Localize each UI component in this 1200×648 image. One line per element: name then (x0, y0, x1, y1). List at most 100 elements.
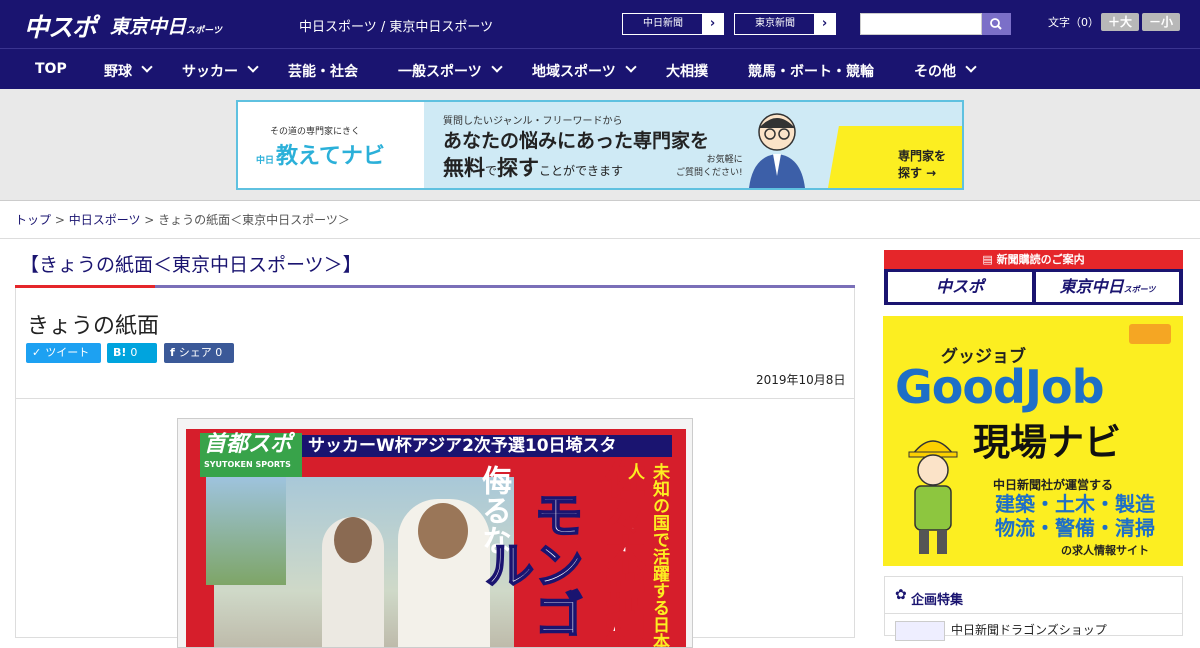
subscription-heading-text: 新聞購読のご案内 (996, 253, 1085, 266)
banner-logo-text: 教えてナビ (276, 144, 385, 169)
font-size-label: 文字（0） (1048, 16, 1099, 29)
banner-search-word: 探す (497, 156, 540, 180)
search-icon (990, 18, 1002, 30)
chevron-down-icon (491, 61, 503, 73)
banner-ask: お気軽に ご質問ください! (676, 154, 743, 180)
newspaper-logo-sub: SYUTOKEN SPORTS (204, 460, 291, 469)
font-larger-button[interactable]: ＋大 (1101, 13, 1139, 31)
facebook-share-button[interactable]: f シェア 0 (164, 343, 234, 363)
nav-label: サッカー (182, 64, 238, 80)
breadcrumb-home[interactable]: トップ (15, 213, 51, 227)
facebook-label: シェア (178, 346, 212, 359)
banner-tagline: その道の専門家にきく (270, 127, 361, 137)
search-button[interactable] (982, 13, 1011, 35)
tokyo-logo-text: 東京中日 (110, 16, 187, 38)
banner-headline-2: 無料で探すことができます (443, 152, 623, 182)
subscribe-tokyo-button[interactable]: 東京中日スポーツ (1036, 272, 1179, 302)
facebook-count: 0 (215, 346, 223, 359)
newspaper-page: 首都スポ SYUTOKEN SPORTS サッカーW杯アジア2次予選10日埼スタ … (186, 429, 686, 648)
nav-label: 一般スポーツ (398, 64, 482, 80)
nav-item-other[interactable]: その他 (914, 61, 977, 81)
category-title: 【きょうの紙面＜東京中日スポーツ＞】 (20, 254, 362, 276)
oshiete-navi-banner[interactable]: その道の専門家にきく 中日教えてナビ 質問したいジャンル・フリーワードから あな… (236, 100, 964, 190)
nav-label: 地域スポーツ (532, 64, 616, 80)
banner-cta-2: 探す → (898, 166, 937, 180)
truck-icon (1129, 324, 1171, 344)
subscribe-chusupo-button[interactable]: 中スポ (888, 272, 1032, 302)
chevron-right-icon: › (702, 14, 723, 34)
twitter-icon: ✓ (32, 346, 42, 359)
newspaper-big-headline: モンゴル (475, 488, 585, 640)
search-input[interactable] (860, 13, 982, 35)
facebook-icon: f (170, 346, 175, 359)
newspaper-headline-banner: サッカーW杯アジア2次予選10日埼スタ (302, 435, 672, 457)
banner-logo-panel: その道の専門家にきく 中日教えてナビ (238, 102, 424, 188)
goodjob-ad[interactable]: グッジョブ GoodJob 現場ナビ 中日新聞社が運営する 建築・土木・製造 物流… (883, 316, 1183, 566)
chevron-down-icon (625, 61, 637, 73)
banner-free: 無料 (443, 156, 485, 180)
subscribe-tokyo-text: 東京中日 (1059, 277, 1124, 296)
breadcrumb: トップ > 中日スポーツ > きょうの紙面＜東京中日スポーツ＞ (15, 211, 350, 228)
chevron-down-icon (965, 61, 977, 73)
tweet-button[interactable]: ✓ ツイート (26, 343, 101, 363)
subscription-box: ▤ 新聞購読のご案内 中スポ 東京中日スポーツ (884, 250, 1183, 305)
chevron-right-icon: › (814, 14, 835, 34)
goodjob-sub: 中日新聞社が運営する (993, 478, 1114, 492)
hatena-icon: B! (113, 346, 127, 359)
feature-thumbnail[interactable] (895, 621, 945, 641)
newspaper-icon: ▤ (982, 253, 997, 266)
chunichi-link-button[interactable]: 中日新聞 › (622, 13, 724, 35)
breadcrumb-sep: > (140, 213, 159, 227)
newspaper-inset-photo (206, 475, 286, 585)
feature-box: ✿ 企画特集 中日新聞ドラゴンズショップ (884, 576, 1183, 641)
nav-item-baseball[interactable]: 野球 (104, 61, 153, 81)
goodjob-logo: GoodJob (895, 360, 1105, 414)
nav-item-top[interactable]: TOP (35, 61, 67, 77)
hatena-button[interactable]: B! 0 (107, 343, 157, 363)
chevron-down-icon (141, 61, 153, 73)
breadcrumb-sep: > (51, 213, 69, 227)
banner-headline-1: あなたの悩みにあった専門家を (443, 130, 710, 152)
divider (0, 238, 1200, 239)
banner-ask-1: お気軽に (706, 155, 743, 165)
nav-item-racing[interactable]: 競馬・ボート・競輪 (748, 61, 874, 81)
nav-item-local-sports[interactable]: 地域スポーツ (532, 61, 637, 81)
newspaper-logo-text: 首都スポ (204, 432, 293, 457)
goodjob-cats-2: 物流・警備・清掃 (995, 516, 1155, 540)
breadcrumb-current: きょうの紙面＜東京中日スポーツ＞ (158, 213, 350, 227)
nav-item-sumo[interactable]: 大相撲 (666, 61, 708, 81)
nav-label: 野球 (104, 64, 132, 80)
tokyo-link-button[interactable]: 東京新聞 › (734, 13, 836, 35)
tokyo-chunichi-logo[interactable]: 東京中日スポーツ (110, 12, 222, 39)
banner-cta[interactable]: 専門家を探す → (898, 148, 946, 182)
banner-can: ことができます (539, 164, 624, 178)
font-smaller-button[interactable]: －小 (1142, 13, 1180, 31)
article-date: 2019年10月8日 (756, 373, 846, 387)
photo-head-right (418, 503, 468, 559)
site-header: 中スポ 東京中日スポーツ 中日スポーツ / 東京中日スポーツ 中日新聞 › 東京… (0, 0, 1200, 48)
hatena-count: 0 (130, 346, 138, 359)
site-name: 中日スポーツ / 東京中日スポーツ (299, 20, 494, 35)
goodjob-footer: の求人情報サイト (1061, 544, 1149, 557)
nav-item-general-sports[interactable]: 一般スポーツ (398, 61, 503, 81)
subscribe-tokyo-small: スポーツ (1123, 285, 1156, 294)
chusupo-logo[interactable]: 中スポ (24, 8, 97, 44)
banner-logo-prefix: 中日 (256, 156, 275, 166)
ad-banner-area: その道の専門家にきく 中日教えてナビ 質問したいジャンル・フリーワードから あな… (0, 89, 1200, 201)
nav-label: その他 (914, 64, 956, 80)
expert-illustration-icon (749, 113, 805, 188)
goodjob-cats-1: 建築・土木・製造 (995, 492, 1155, 516)
photo-head-left (334, 517, 372, 563)
newspaper-side-headline: 未知の国で活躍する日本人 (624, 463, 669, 648)
banner-question: 質問したいジャンル・フリーワードから (443, 116, 623, 127)
nav-item-soccer[interactable]: サッカー (182, 61, 259, 81)
ribbon-icon: ✿ (895, 587, 907, 603)
newspaper-front-page-image[interactable]: 首都スポ SYUTOKEN SPORTS サッカーW杯アジア2次予選10日埼スタ … (177, 418, 693, 648)
chunichi-link-label: 中日新聞 (643, 18, 683, 29)
nav-item-entertainment[interactable]: 芸能・社会 (288, 61, 358, 81)
goodjob-categories: 建築・土木・製造 物流・警備・清掃 (995, 492, 1155, 540)
tokyo-link-label: 東京新聞 (755, 18, 795, 29)
banner-de: で (485, 164, 498, 178)
banner-cta-1: 専門家を (898, 149, 947, 163)
breadcrumb-section[interactable]: 中日スポーツ (69, 213, 141, 227)
